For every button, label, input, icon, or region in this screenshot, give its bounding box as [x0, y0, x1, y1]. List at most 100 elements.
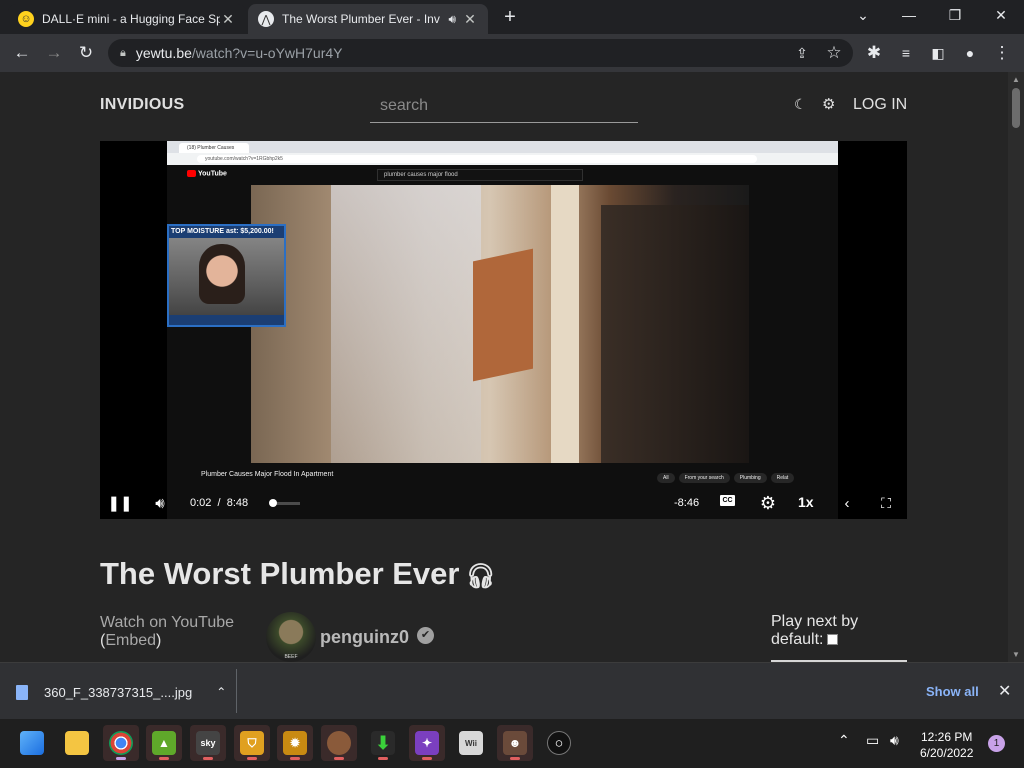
playback-rate-button[interactable]: 1x [798, 494, 814, 510]
app-icon-6[interactable]: ⬇ [365, 725, 401, 761]
current-time: 0:02 [190, 497, 212, 509]
running-indicator [159, 757, 169, 760]
fullscreen-icon[interactable]: ⛶ [878, 493, 894, 513]
tab-worst-plumber[interactable]: ⋀ The Worst Plumber Ever - Inv 🔊︎ ✕ [248, 4, 488, 34]
url-host: yewtu.be [135, 45, 192, 61]
app-icon-2[interactable]: sky [190, 725, 226, 761]
reload-button[interactable]: ↻ [74, 41, 98, 65]
app-icon-8[interactable]: Wii [453, 725, 489, 761]
scrollbar-thumb[interactable] [1012, 88, 1020, 128]
login-link[interactable]: LOG IN [853, 96, 907, 114]
download-item[interactable]: 360_F_338737315_....jpg ⌃ [16, 677, 226, 707]
profile-icon[interactable]: ● [958, 41, 982, 65]
running-indicator [247, 757, 257, 760]
cabinet-door [473, 248, 533, 382]
webcam-overlay: TOP MOISTURE ast: $5,200.00! [167, 224, 286, 327]
app-icon-4[interactable]: ✹ [277, 725, 313, 761]
search-input[interactable] [380, 97, 628, 115]
video-frame: (18) Plumber Causes Major... youtube.com… [167, 141, 838, 519]
close-tab-icon[interactable]: ✕ [220, 11, 236, 28]
new-tab-button[interactable]: + [498, 6, 522, 30]
screen: ☺ DALL·E mini - a Hugging Face Sp ✕ ⋀ Th… [0, 0, 1024, 768]
restore-button[interactable]: ❐ [932, 0, 978, 30]
show-all-button[interactable]: Show all [926, 684, 979, 699]
app-icon-10[interactable]: ◯ [541, 725, 577, 761]
close-downloads-icon[interactable]: ✕ [998, 681, 1011, 701]
app-icon-5[interactable] [321, 725, 357, 761]
chip: Relat [770, 473, 795, 483]
windows-logo-icon [20, 731, 44, 755]
volume-icon[interactable]: 🔊︎ [150, 493, 170, 513]
page-scrollbar[interactable]: ▲ ▼ [1008, 72, 1024, 662]
bookmark-star-icon[interactable]: ☆ [822, 41, 846, 65]
youtube-logo: YouTube [187, 170, 227, 177]
video-title: The Worst Plumber Ever 🎧︎ [100, 556, 496, 592]
side-panel-icon[interactable]: ◧ [926, 41, 950, 65]
address-bar[interactable]: 🔒︎ yewtu.be/watch?v=u-oYwH7ur4Y [108, 39, 853, 67]
share-icon[interactable]: ⇪ [790, 41, 814, 65]
speaker-icon[interactable]: 🔊︎ [448, 12, 456, 27]
start-button[interactable] [14, 725, 50, 761]
video-inner-tabbar: (18) Plumber Causes Major... [167, 141, 838, 161]
embed-close-paren: ) [156, 632, 162, 649]
scroll-up-arrow-icon[interactable]: ▲ [1008, 75, 1024, 84]
play-next-checkbox[interactable] [827, 634, 839, 646]
video-player[interactable]: (18) Plumber Causes Major... youtube.com… [100, 141, 907, 519]
tab-search-icon[interactable]: ⌄ [840, 0, 886, 30]
progress-handle[interactable] [269, 499, 277, 507]
media-control-icon[interactable]: ≡ [894, 41, 918, 65]
headphones-icon[interactable]: 🎧︎ [465, 563, 495, 590]
embed-link[interactable]: Embed [105, 632, 156, 649]
url-path: /watch?v=u-oYwH7ur4Y [191, 45, 343, 61]
video-inner-search: plumber causes major flood [377, 169, 583, 181]
extensions-icon[interactable]: ✱ [862, 41, 886, 65]
chrome-icon[interactable] [103, 725, 139, 761]
share-icon[interactable]: ‹ [840, 493, 854, 513]
running-indicator [378, 757, 388, 760]
menu-kebab-icon[interactable]: ⋮ [990, 41, 1014, 65]
clock[interactable]: 12:26 PM 6/20/2022 [920, 729, 973, 761]
close-window-button[interactable]: ✕ [978, 0, 1024, 30]
downloads-bar: 360_F_338737315_....jpg ⌃ Show all ✕ [0, 662, 1024, 719]
chevron-up-icon[interactable]: ⌃ [216, 685, 226, 699]
avatar[interactable]: BEEF [266, 612, 316, 662]
avatar-label: BEEF [284, 654, 298, 660]
back-button[interactable]: ← [10, 41, 34, 65]
streamer-face [199, 244, 245, 304]
chevron-up-icon[interactable]: ⌃ [838, 732, 850, 749]
dark-mode-icon[interactable]: ☾ [794, 96, 807, 113]
file-icon [16, 684, 28, 700]
file-explorer-icon[interactable] [59, 725, 95, 761]
channel-name[interactable]: penguinz0 [320, 627, 409, 648]
duration: 8:48 [226, 497, 249, 509]
chip: Plumbing [733, 473, 767, 483]
page-content: INVIDIOUS ☾ ⚙ LOG IN (18) Plumber Causes… [0, 72, 1008, 662]
pause-icon[interactable]: ❚❚ [107, 493, 132, 513]
settings-gear-icon[interactable]: ⚙ [758, 493, 778, 513]
settings-icon[interactable]: ⚙ [822, 95, 835, 113]
minimize-button[interactable]: — [886, 0, 932, 30]
watch-links: Watch on YouTube (Embed) [100, 614, 234, 650]
door-jamb [551, 185, 579, 463]
tab-dalle-mini[interactable]: ☺ DALL·E mini - a Hugging Face Sp ✕ [8, 4, 246, 34]
video-inner-url: youtube.com/watch?v=1RGbhp2k5 [197, 155, 757, 163]
forward-button[interactable]: → [42, 41, 66, 65]
search-box [370, 90, 638, 123]
app-icon-3[interactable]: ⛉ [234, 725, 270, 761]
close-tab-icon[interactable]: ✕ [462, 11, 478, 28]
running-indicator [290, 757, 300, 760]
volume-icon[interactable]: 🔊︎ [890, 732, 899, 749]
watch-on-youtube-link[interactable]: Watch on YouTube [100, 614, 234, 632]
captions-button[interactable]: CC [720, 495, 735, 506]
notification-badge[interactable]: 1 [988, 735, 1005, 752]
scroll-down-arrow-icon[interactable]: ▼ [1008, 650, 1024, 659]
site-logo[interactable]: INVIDIOUS [100, 96, 185, 114]
chrome-logo-icon [109, 731, 133, 755]
app-icon-7[interactable]: ✦ [409, 725, 445, 761]
hugging-face-icon: ☺ [18, 11, 34, 27]
network-icon[interactable]: ▭ [866, 732, 879, 749]
app-icon-9[interactable]: ☻ [497, 725, 533, 761]
lock-icon[interactable]: 🔒︎ [120, 47, 126, 60]
app-icon-1[interactable]: ▲ [146, 725, 182, 761]
remaining-time: -8:46 [674, 497, 700, 509]
